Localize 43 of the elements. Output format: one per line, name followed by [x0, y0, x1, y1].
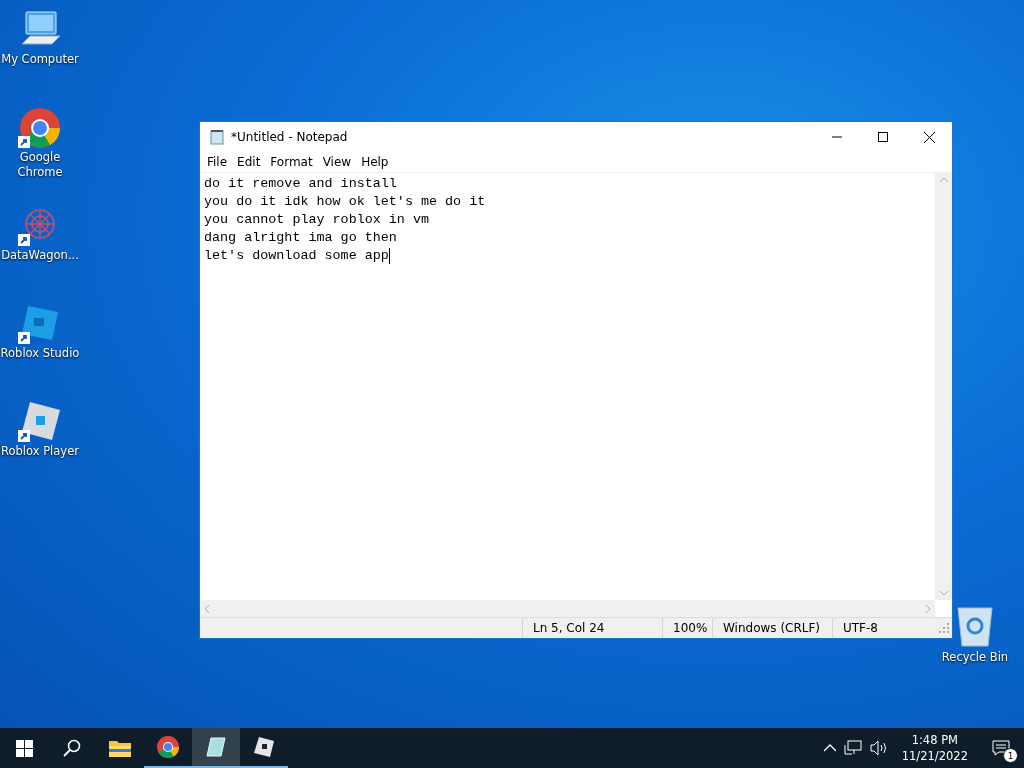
roblox-icon [253, 736, 275, 758]
search-icon [63, 739, 81, 757]
menu-item[interactable]: Help [356, 155, 394, 169]
notification-button[interactable]: 1 [978, 728, 1024, 768]
notepad-icon [205, 736, 227, 758]
resize-grip-icon[interactable] [939, 623, 949, 633]
menu-item[interactable]: Edit [232, 155, 266, 169]
text-line: let's download some app [204, 247, 389, 265]
notepad-icon [209, 129, 225, 145]
close-icon [923, 131, 935, 143]
encoding: UTF-8 [843, 621, 878, 635]
menu-item[interactable]: File [202, 155, 233, 169]
text-line: do it remove and install [204, 175, 397, 193]
desktop-icon-label[interactable]: DataWagon... [1, 248, 79, 263]
clock[interactable]: 1:48 PM 11/21/2022 [901, 732, 968, 764]
message-icon [992, 740, 1010, 756]
window-title: *Untitled - Notepad [231, 130, 349, 144]
desktop-icon-label[interactable]: Roblox Player [1, 444, 79, 459]
cursor-position: Ln 5, Col 24 [533, 621, 605, 635]
time: 1:48 PM [911, 732, 958, 748]
notification-badge: 1 [1003, 748, 1018, 763]
chrome-icon [156, 735, 180, 759]
desktop-icon-label[interactable]: Recycle Bin [941, 650, 1009, 664]
windows-icon [15, 739, 33, 757]
chevron-up-icon[interactable] [823, 744, 836, 752]
menu-item[interactable]: Format [265, 155, 318, 169]
line-ending: Windows (CRLF) [723, 621, 821, 635]
desktop-icon-label[interactable]: Google Chrome [0, 150, 80, 180]
menu-item[interactable]: View [317, 155, 357, 169]
text-line: you do it idk how ok let's me do it [204, 193, 486, 211]
text-area[interactable]: do it remove and install you do it idk how ok let's me do it you cannot play roblox in vm dang alright ima go then let's download some app [200, 173, 935, 600]
folder-icon [108, 738, 132, 758]
volume-icon[interactable] [869, 740, 888, 756]
taskbar-app-button[interactable] [192, 728, 240, 768]
text-line: you cannot play roblox in vm [204, 211, 429, 229]
desktop-icon-label[interactable]: My Computer [1, 52, 79, 67]
network-icon[interactable] [843, 740, 862, 756]
text-line: dang alright ima go then [204, 229, 397, 247]
date: 11/21/2022 [901, 748, 968, 764]
desktop-icon-label[interactable]: Roblox Studio [0, 346, 80, 361]
text-cursor [388, 248, 390, 264]
zoom-level: 100% [673, 621, 708, 635]
maximize-icon [878, 132, 888, 142]
